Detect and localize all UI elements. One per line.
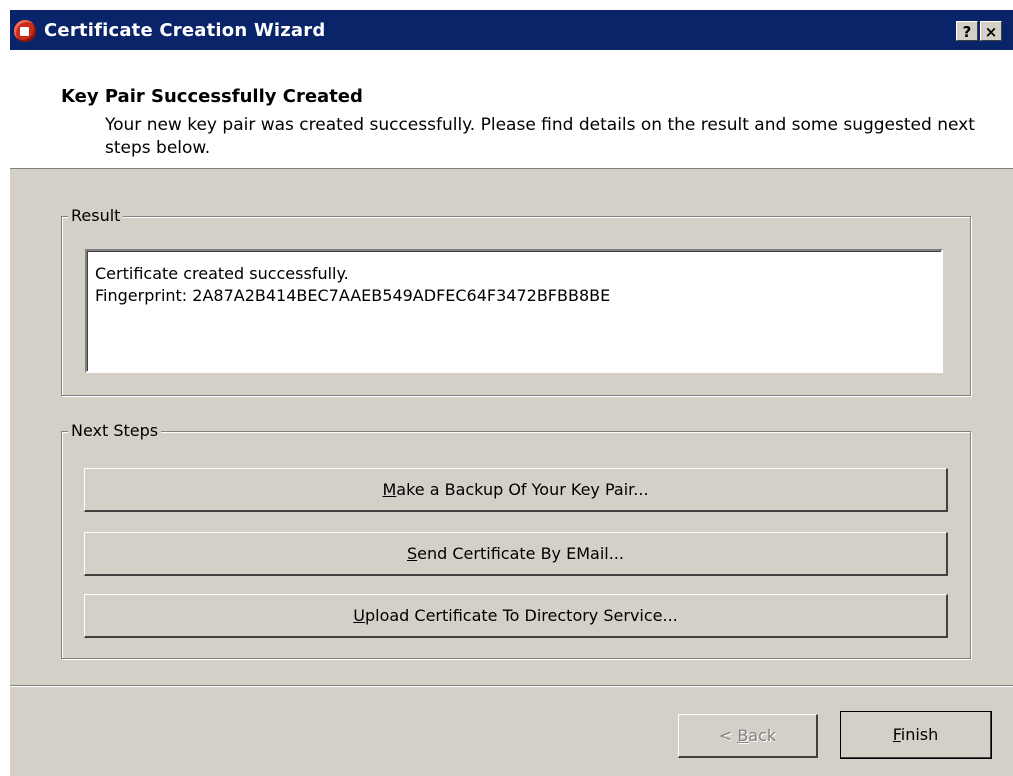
- upload-directory-button[interactable]: Upload Certificate To Directory Service.…: [84, 594, 948, 638]
- next-steps-group: Next Steps Make a Backup Of Your Key Pai…: [61, 420, 971, 659]
- back-prefix: <: [718, 725, 738, 745]
- app-icon: [14, 20, 36, 42]
- next-steps-legend: Next Steps: [68, 420, 162, 442]
- finish-button[interactable]: Finish: [840, 711, 992, 759]
- footer-separator: [10, 685, 1013, 687]
- back-button[interactable]: < Back: [678, 714, 818, 758]
- backup-key-pair-button[interactable]: Make a Backup Of Your Key Pair...: [84, 468, 948, 512]
- backup-mnemonic: M: [382, 479, 397, 499]
- title-bar[interactable]: Certificate Creation Wizard ? ×: [10, 10, 1013, 50]
- page-title: Key Pair Successfully Created: [61, 86, 363, 107]
- send-email-button[interactable]: Send Certificate By EMail...: [84, 532, 948, 576]
- wizard-header: Key Pair Successfully Created Your new k…: [10, 50, 1013, 169]
- close-button[interactable]: ×: [980, 21, 1002, 41]
- page-subtitle: Your new key pair was created successful…: [105, 115, 975, 158]
- fingerprint-text: Fingerprint: 2A87A2B414BEC7AAEB549ADFEC6…: [95, 286, 611, 305]
- backup-label: ake a Backup Of Your Key Pair...: [396, 479, 649, 499]
- result-text-box[interactable]: Certificate created successfully. Finger…: [85, 249, 943, 373]
- result-status-text: Certificate created successfully.: [95, 264, 349, 283]
- help-button[interactable]: ?: [956, 21, 978, 41]
- window-title: Certificate Creation Wizard: [44, 20, 326, 41]
- wizard-window: Certificate Creation Wizard ? × Key Pair…: [10, 10, 1013, 776]
- finish-label: inish: [900, 724, 939, 744]
- finish-mnemonic: F: [892, 724, 901, 744]
- result-legend: Result: [68, 205, 124, 227]
- back-label: ack: [748, 725, 777, 745]
- email-mnemonic: S: [407, 543, 418, 563]
- result-group: Result Certificate created successfully.…: [61, 205, 971, 396]
- upload-label: pload Certificate To Directory Service..…: [364, 605, 678, 625]
- upload-mnemonic: U: [353, 605, 365, 625]
- email-label: end Certificate By EMail...: [417, 543, 624, 563]
- back-mnemonic: B: [737, 725, 749, 745]
